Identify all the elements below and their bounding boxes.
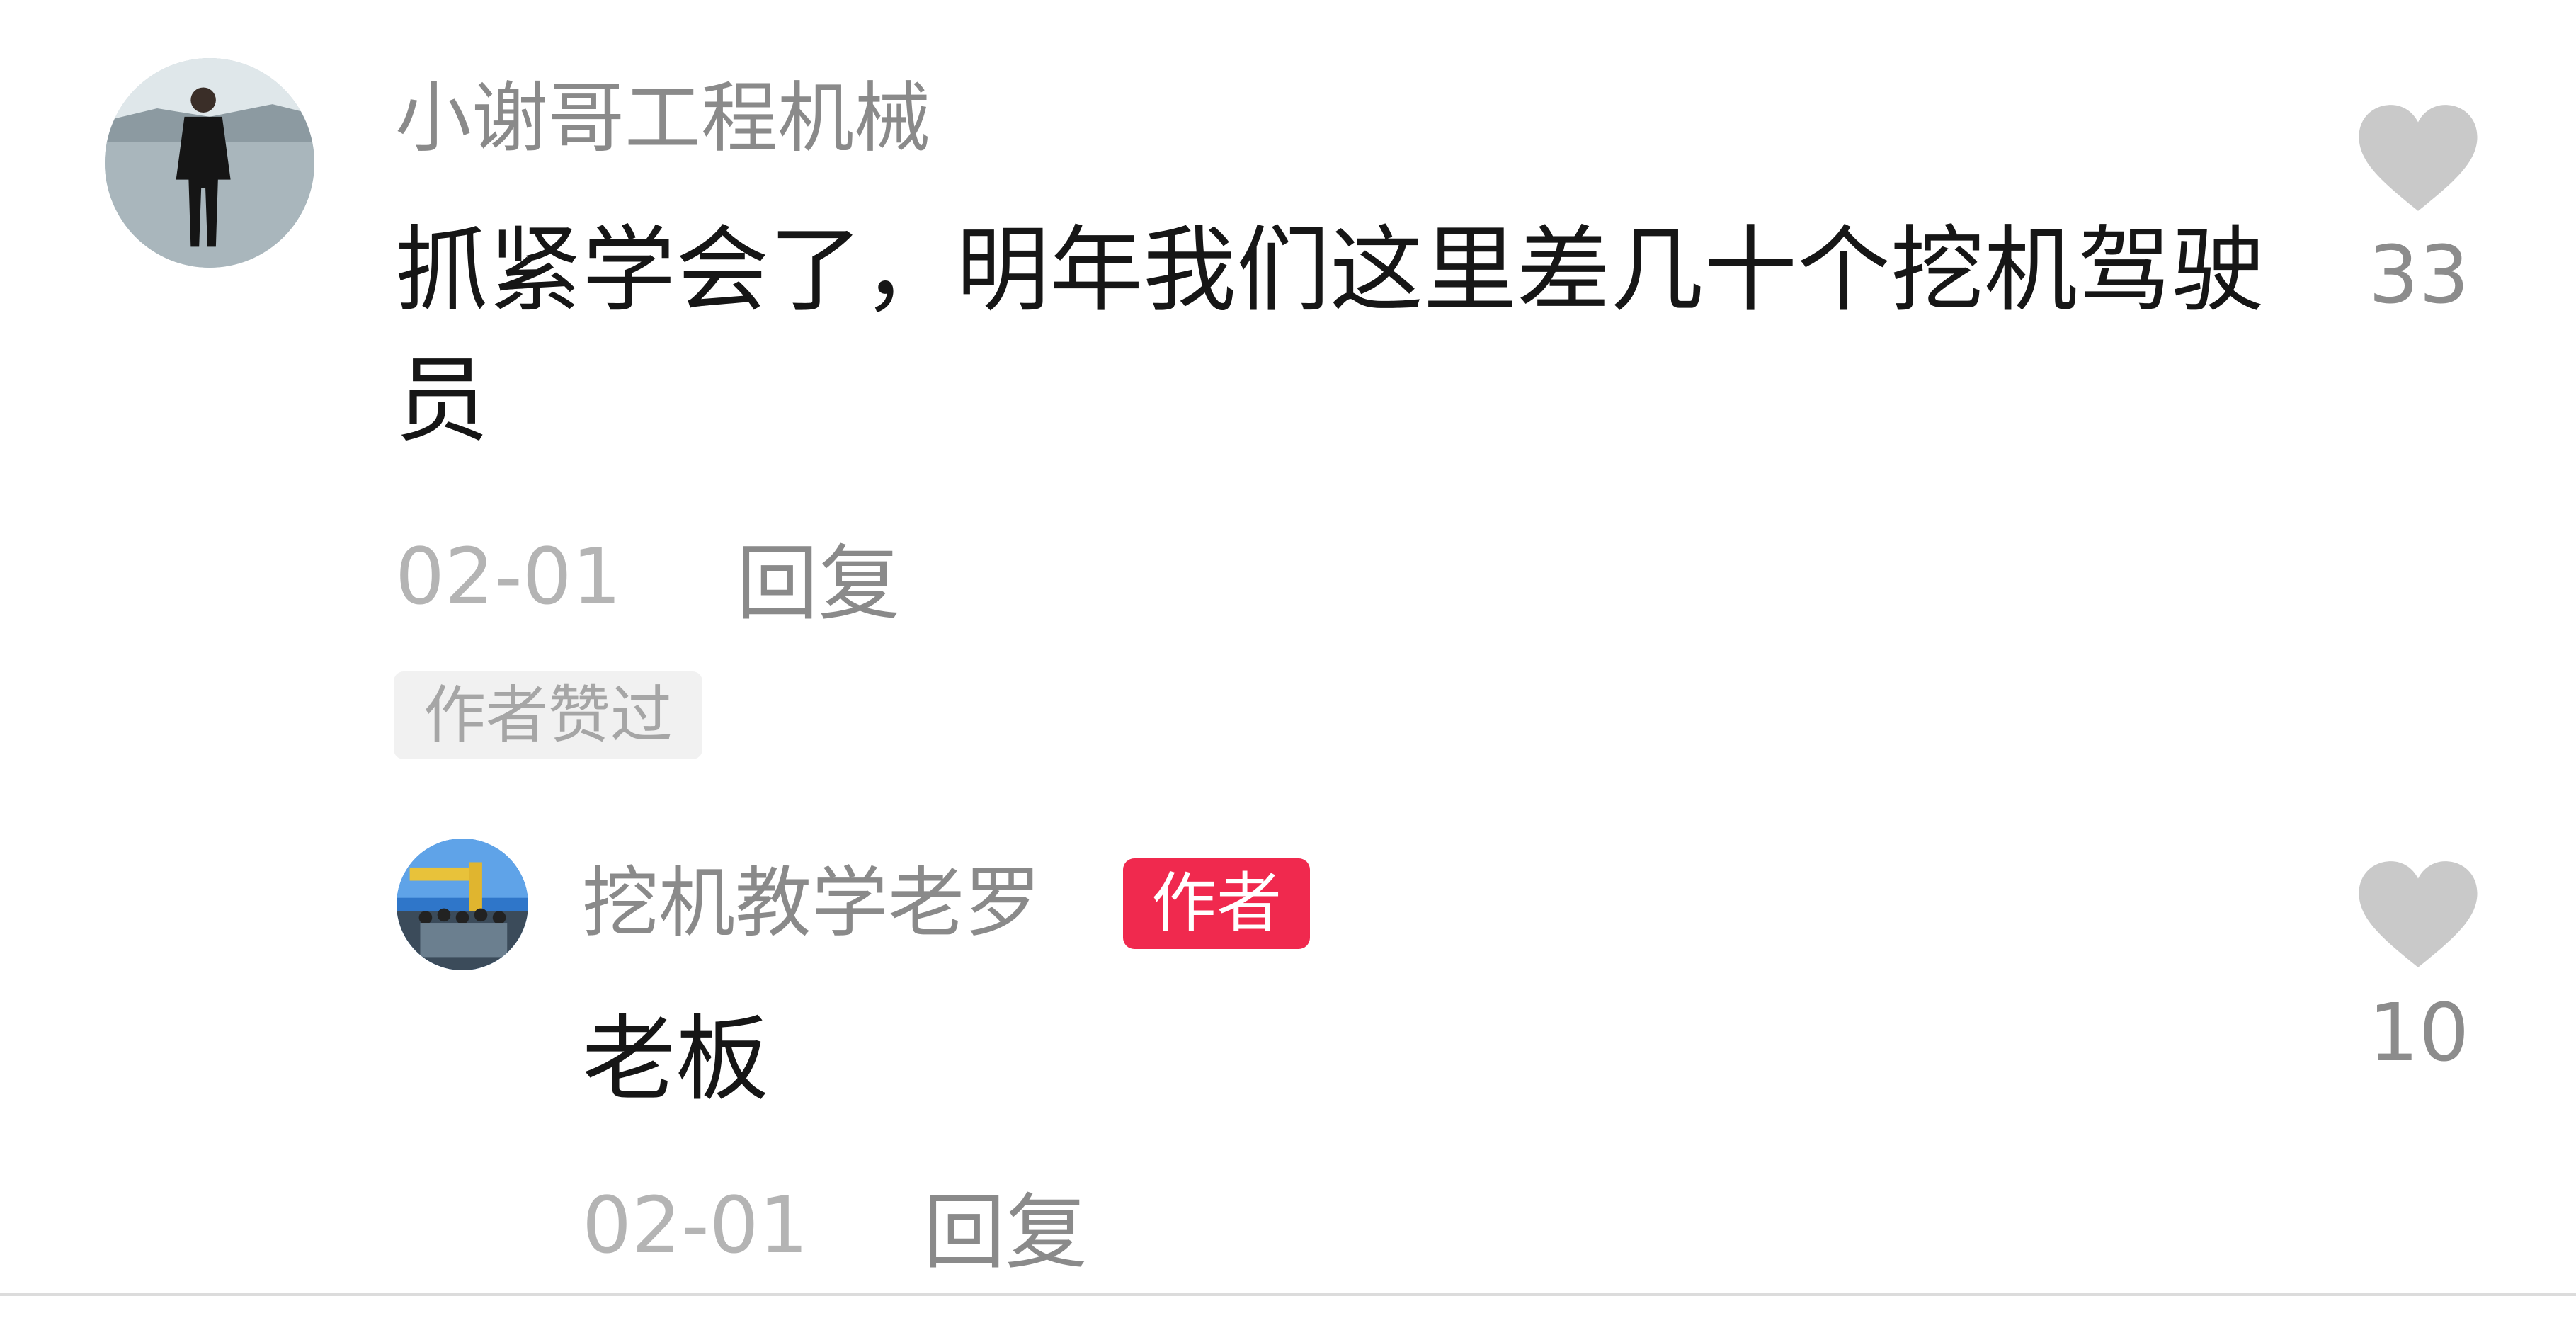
reply-username[interactable]: 挖机教学老罗	[582, 858, 1041, 949]
reply-meta: 02-01 回复	[582, 1176, 1088, 1280]
comment-thread: 小谢哥工程机械 抓紧学会了，明年我们这里差几十个挖机驾驶员 02-01 回复 作…	[0, 0, 2576, 1318]
reply-text: 老板	[582, 1005, 769, 1114]
heart-icon[interactable]	[2356, 858, 2480, 970]
avatar[interactable]	[397, 839, 528, 970]
comment-text: 抓紧学会了，明年我们这里差几十个挖机驾驶员	[395, 216, 2264, 455]
comment-meta: 02-01 回复	[395, 527, 901, 632]
avatar-photo-icon	[105, 58, 314, 268]
avatar[interactable]	[105, 58, 314, 268]
comment-username[interactable]: 小谢哥工程机械	[395, 74, 930, 164]
like-count: 10	[2368, 987, 2470, 1079]
heart-icon[interactable]	[2356, 102, 2480, 214]
divider	[0, 1293, 2576, 1296]
reply-button[interactable]: 回复	[923, 1166, 1088, 1285]
author-liked-badge: 作者赞过	[394, 671, 703, 759]
reply-date: 02-01	[582, 1180, 809, 1271]
reply-button[interactable]: 回复	[736, 517, 901, 636]
avatar-photo-icon	[397, 839, 528, 970]
comment-date: 02-01	[395, 531, 622, 622]
author-tag: 作者	[1123, 858, 1311, 949]
like-count: 33	[2368, 229, 2470, 322]
